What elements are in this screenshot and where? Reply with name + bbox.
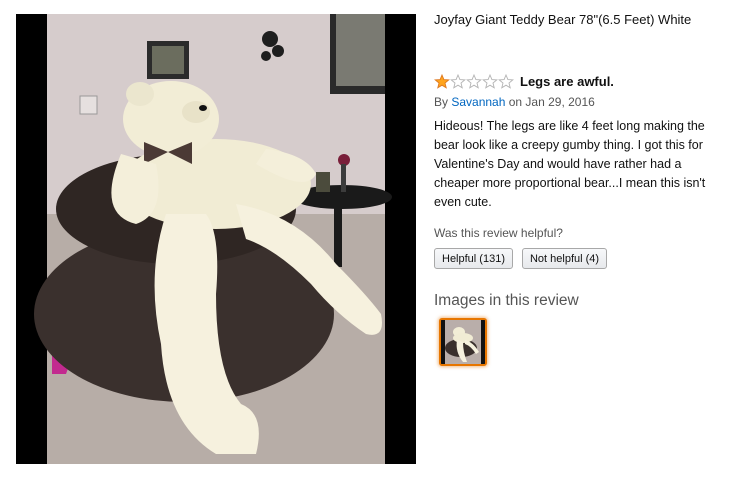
empty-star-icon xyxy=(466,74,482,89)
helpful-button[interactable]: Helpful (131) xyxy=(434,248,513,269)
images-section-heading: Images in this review xyxy=(434,292,579,309)
helpful-vote-buttons: Helpful (131) Not helpful (4) xyxy=(434,248,608,269)
empty-star-icon xyxy=(450,74,466,89)
review-main-photo xyxy=(16,14,416,464)
filled-star-icon xyxy=(434,74,450,89)
teddy-bear-thumbnail-image xyxy=(441,320,485,364)
empty-star-icon xyxy=(498,74,514,89)
review-rating-row: Legs are awful. xyxy=(434,74,614,89)
star-rating xyxy=(434,74,514,89)
review-date: on Jan 29, 2016 xyxy=(508,95,595,109)
review-body: Hideous! The legs are like 4 feet long m… xyxy=(434,119,706,209)
review-author-link[interactable]: Savannah xyxy=(451,95,505,109)
empty-star-icon xyxy=(482,74,498,89)
review-image-thumbnail[interactable] xyxy=(439,318,487,366)
review-byline: By Savannah on Jan 29, 2016 xyxy=(434,95,595,109)
not-helpful-button[interactable]: Not helpful (4) xyxy=(521,248,608,269)
review-title[interactable]: Legs are awful. xyxy=(520,74,614,89)
byline-prefix: By xyxy=(434,95,449,109)
helpful-question: Was this review helpful? xyxy=(434,226,563,240)
product-title[interactable]: Joyfay Giant Teddy Bear 78"(6.5 Feet) Wh… xyxy=(434,12,691,27)
teddy-bear-photo xyxy=(16,14,416,464)
